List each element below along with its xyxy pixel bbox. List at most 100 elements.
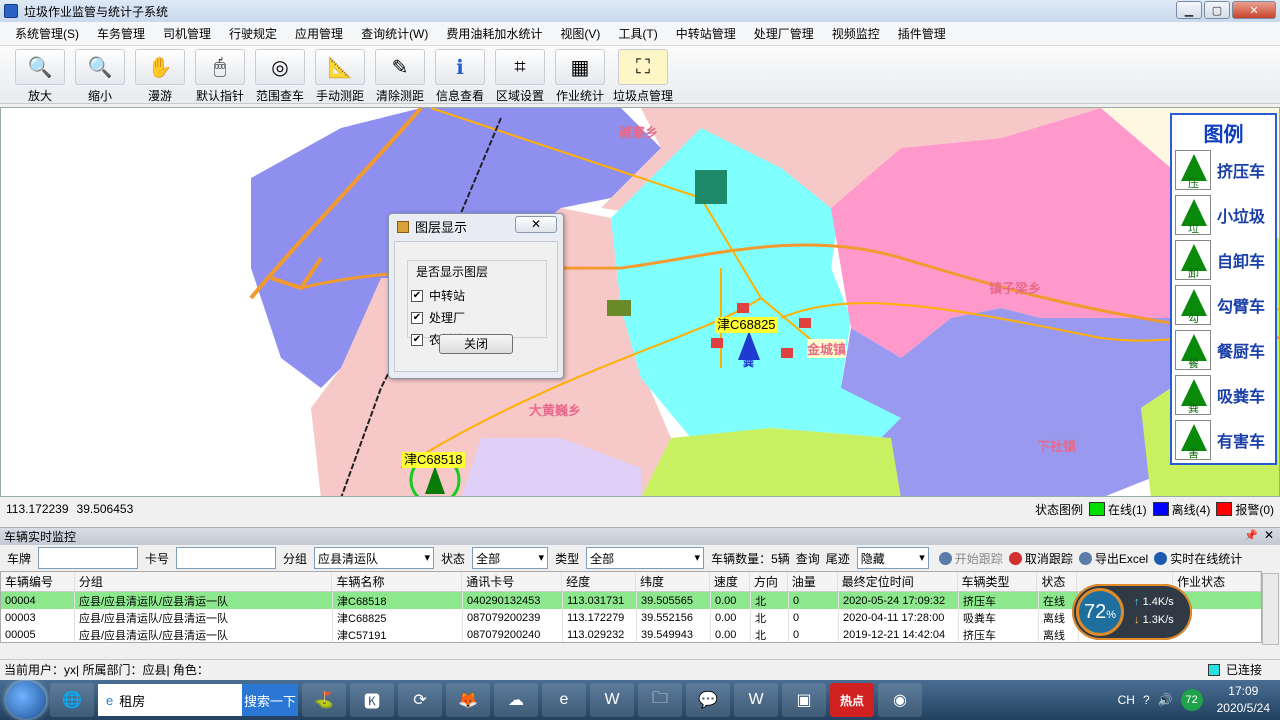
cancel-tracking-button[interactable]: 取消跟踪 [1008,550,1073,567]
col-header[interactable]: 状态 [1037,572,1078,591]
place-label: 大黄巍乡 [529,403,582,418]
col-header[interactable]: 车辆编号 [1,572,75,591]
table-row[interactable]: 00005 应县/应县清运队/应县清运一队 津C57191 0870792002… [1,626,1261,642]
col-header[interactable]: 通讯卡号 [462,572,563,591]
col-header[interactable]: 车辆名称 [332,572,463,591]
close-window-button[interactable]: ✕ [1232,1,1276,19]
taskbar-app-browser[interactable]: 🌐 [50,683,94,717]
menu-tools[interactable]: 工具(T) [609,25,666,42]
ime-indicator[interactable]: CH [1118,693,1135,707]
status-legend: 状态图例 在线(1) 离线(4) 报警(0) [1035,498,1274,520]
type-select[interactable]: 全部 [586,547,705,569]
taskbar-app[interactable]: 热点 [830,683,874,717]
taskbar-app[interactable]: ☁ [494,683,538,717]
statistics-button[interactable]: ▦ 作业统计 [550,46,610,104]
taskbar-clock[interactable]: 17:09 2020/5/24 [1217,683,1270,717]
plate-filter-input[interactable] [38,547,139,569]
taskbar-app[interactable]: W [734,683,778,717]
volume-icon[interactable]: 🔊 [1158,693,1173,707]
table-vertical-scrollbar[interactable] [1262,573,1279,645]
start-button[interactable] [6,681,46,719]
dialog-close-button[interactable]: ✕ [515,216,557,233]
clear-measure-button[interactable]: ✎ 清除测距 [370,46,430,104]
zoom-in-button[interactable]: 🔍 放大 [10,46,70,104]
cell: 挤压车 [959,592,1039,609]
export-excel-button[interactable]: 导出Excel [1078,550,1148,567]
taskbar-app[interactable]: e [542,683,586,717]
panel-close-icon[interactable]: ✕ [1264,528,1274,542]
menu-query-stats[interactable]: 查询统计(W) [352,25,437,42]
query-button[interactable]: 查询 [796,550,820,567]
taskbar-app[interactable]: W [590,683,634,717]
dialog-close-action-button[interactable]: 关闭 [439,334,513,354]
cell: 2020-04-11 17:28:00 [839,609,959,626]
col-header[interactable]: 速度 [710,572,750,591]
dialog-title: 图层显示 [415,220,468,235]
trail-select[interactable]: 隐藏 [856,547,929,569]
cell: 39.552156 [637,609,711,626]
group-select[interactable]: 应县清运队 [314,547,435,569]
menu-application[interactable]: 应用管理 [286,25,352,42]
default-pointer-button[interactable]: 🖱 默认指针 [190,46,250,104]
menu-video[interactable]: 视频监控 [823,25,889,42]
taskbar-app[interactable]: 🦊 [446,683,490,717]
col-header[interactable]: 分组 [75,572,333,591]
menu-driver[interactable]: 司机管理 [154,25,220,42]
garbage-point-button[interactable]: ⛶ 垃圾点管理 [610,46,676,104]
taskbar-search-button[interactable]: 搜索一下 [242,684,298,716]
pin-icon[interactable]: 📌 [1244,529,1258,542]
latitude-readout: 39.506453 [76,502,134,516]
menu-view[interactable]: 视图(V) [551,25,609,42]
maximize-button[interactable]: ▢ [1204,1,1230,19]
zoom-out-button[interactable]: 🔍 缩小 [70,46,130,104]
online-stats-button[interactable]: 实时在线统计 [1154,550,1242,567]
pan-button[interactable]: ✋ 漫游 [130,46,190,104]
info-button[interactable]: ℹ 信息查看 [430,46,490,104]
map-view[interactable]: 碱寨乡 镇子梁乡 金城镇 大黄巍乡 下社镇 津C68825 津C68518 粪 … [0,107,1280,497]
vehicle-plate-label[interactable]: 津C68518 [402,452,465,468]
place-label: 碱寨乡 [619,125,659,140]
menu-system[interactable]: 系统管理(S) [6,25,88,42]
help-icon[interactable]: ? [1143,693,1150,707]
cancel-tracking-label: 取消跟踪 [1024,551,1073,566]
menu-vehicle-affairs[interactable]: 车务管理 [88,25,154,42]
tray-badge[interactable]: 72 [1180,689,1203,711]
taskbar-app[interactable]: ⟳ [398,683,442,717]
menu-treatment-plant[interactable]: 处理厂管理 [745,25,823,42]
menu-cost-fuel[interactable]: 费用油耗加水统计 [437,25,551,42]
col-header[interactable]: 经度 [562,572,636,591]
col-header[interactable]: 纬度 [636,572,710,591]
menu-transfer-station[interactable]: 中转站管理 [667,25,745,42]
menu-plugins[interactable]: 插件管理 [889,25,955,42]
range-search-button[interactable]: ◎ 范围查车 [250,46,310,104]
cell: 0.00 [711,609,751,626]
status-select[interactable]: 全部 [472,547,549,569]
taskbar-app[interactable]: ▣ [782,683,826,717]
table-header: 车辆编号 分组 车辆名称 通讯卡号 经度 纬度 速度 方向 油量 最终定位时间 … [1,572,1261,592]
taskbar-app[interactable]: 🅺 [350,683,394,717]
menu-driving-rules[interactable]: 行驶规定 [220,25,286,42]
taskbar-app[interactable]: ◉ [878,683,922,717]
checkbox-transfer-station[interactable]: ✔ 中转站 [411,287,465,304]
taskbar-app[interactable]: ⛳ [302,683,346,717]
col-header[interactable]: 方向 [750,572,788,591]
col-header[interactable]: 油量 [788,572,838,591]
minimize-button[interactable]: ▁ [1176,1,1202,19]
start-tracking-button[interactable]: 开始跟踪 [938,550,1003,567]
measure-button[interactable]: 📐 手动测距 [310,46,370,104]
vehicle-count: 车辆数量：5辆 [711,551,790,566]
taskbar-app[interactable]: 💬 [686,683,730,717]
vehicle-plate-label[interactable]: 津C68825 [715,317,778,333]
col-header[interactable]: 最终定位时间 [838,572,958,591]
taskbar-search-box[interactable]: e 租房 搜索一下 [98,684,298,716]
taskbar-app[interactable]: 🗀 [638,683,682,717]
cell: 津C68825 [333,609,463,626]
area-settings-button[interactable]: ⌗ 区域设置 [490,46,550,104]
col-header[interactable]: 作业状态 [1173,572,1261,591]
col-header[interactable]: 车辆类型 [958,572,1038,591]
network-speed-widget[interactable]: 72% ↑ 1.4K/s ↓ 1.3K/s [1072,584,1192,640]
toolbar: 🔍 放大 🔍 缩小 ✋ 漫游 🖱 默认指针 ◎ 范围查车 📐 手动测距 ✎ 清除测距 ℹ 信息查… [0,46,1280,104]
card-filter-input[interactable] [176,547,277,569]
place-label: 金城镇 [807,339,847,358]
checkbox-treatment-plant[interactable]: ✔ 处理厂 [411,309,465,326]
